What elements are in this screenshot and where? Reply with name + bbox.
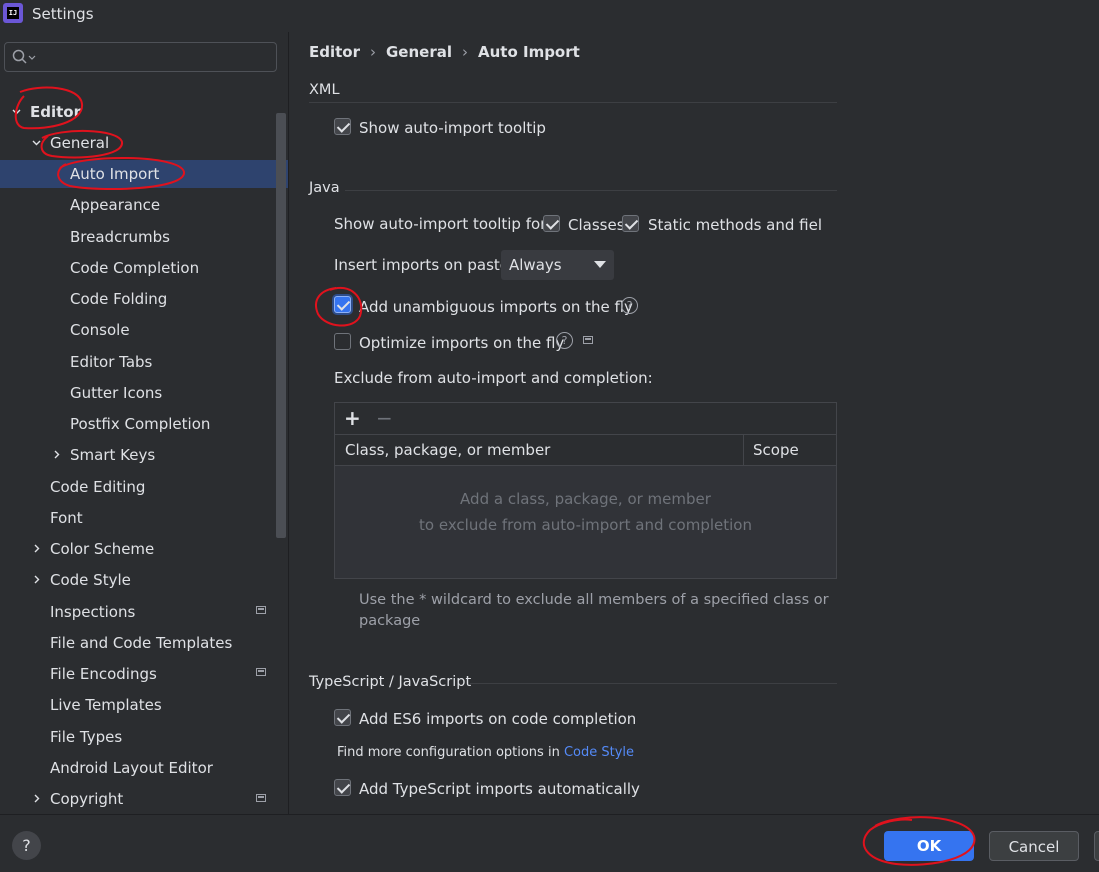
unambiguous-imports-checkbox[interactable] <box>334 296 351 313</box>
dropdown-arrow-icon <box>594 261 606 268</box>
classes-label[interactable]: Classes <box>568 216 625 234</box>
tree-item-inspections[interactable]: Inspections <box>0 598 288 626</box>
tree-item-android-layout-editor[interactable]: Android Layout Editor <box>0 754 288 782</box>
tree-item-code-completion[interactable]: Code Completion <box>0 254 288 282</box>
breadcrumb-separator: › <box>370 43 376 61</box>
exclude-label: Exclude from auto-import and completion: <box>334 369 653 387</box>
tree-item-general[interactable]: General <box>0 129 288 157</box>
breadcrumb: Editor › General › Auto Import <box>309 43 580 61</box>
insert-on-paste-label: Insert imports on paste: <box>334 256 515 274</box>
app-logo-icon: IJ <box>3 3 23 23</box>
unambiguous-imports-label[interactable]: Add unambiguous imports on the fly <box>359 298 633 316</box>
chevron-right-icon[interactable] <box>32 575 41 584</box>
tree-item-live-templates[interactable]: Live Templates <box>0 691 288 719</box>
settings-search-input[interactable] <box>4 42 277 72</box>
project-level-icon <box>256 606 266 614</box>
tree-item-file-encodings[interactable]: File Encodings <box>0 660 288 688</box>
show-auto-import-tooltip-label[interactable]: Show auto-import tooltip <box>359 119 546 137</box>
project-level-icon <box>256 794 266 802</box>
tree-item-console[interactable]: Console <box>0 316 288 344</box>
project-level-icon <box>583 336 593 344</box>
section-title-java: Java <box>309 180 340 196</box>
tree-item-file-types[interactable]: File Types <box>0 723 288 751</box>
show-auto-import-tooltip-checkbox[interactable] <box>334 118 351 135</box>
ok-button[interactable]: OK <box>884 831 974 861</box>
breadcrumb-editor[interactable]: Editor <box>309 43 360 61</box>
column-divider <box>743 435 744 466</box>
section-title-typescript: TypeScript / JavaScript <box>309 674 472 690</box>
table-empty-text[interactable]: Add a class, package, or member <box>335 490 836 508</box>
tooltip-for-label: Show auto-import tooltip for: <box>334 215 552 233</box>
chevron-down-icon[interactable] <box>32 138 41 147</box>
tree-item-auto-import[interactable]: Auto Import <box>0 160 288 188</box>
exclude-table: + − Class, package, or member Scope Add … <box>334 402 837 579</box>
tree-item-font[interactable]: Font <box>0 504 288 532</box>
add-icon[interactable]: + <box>344 406 361 430</box>
code-style-link[interactable]: Code Style <box>564 745 634 760</box>
section-divider <box>470 683 837 684</box>
insert-on-paste-value: Always <box>509 256 562 274</box>
table-toolbar: + − <box>335 403 836 435</box>
breadcrumb-separator: › <box>462 43 468 61</box>
tree-item-code-folding[interactable]: Code Folding <box>0 285 288 313</box>
apply-button[interactable] <box>1094 831 1099 861</box>
tree-item-file-and-code-templates[interactable]: File and Code Templates <box>0 629 288 657</box>
tree-item-code-editing[interactable]: Code Editing <box>0 473 288 501</box>
chevron-down-icon[interactable] <box>12 107 21 116</box>
tree-item-postfix-completion[interactable]: Postfix Completion <box>0 410 288 438</box>
project-level-icon <box>256 668 266 676</box>
tree-item-appearance[interactable]: Appearance <box>0 191 288 219</box>
section-divider <box>309 102 837 103</box>
help-button[interactable]: ? <box>12 831 41 860</box>
section-title-xml: XML <box>309 82 340 98</box>
panel-divider <box>288 32 289 814</box>
more-config-text: Find more configuration options in Code … <box>337 745 634 760</box>
sidebar-scrollbar[interactable] <box>276 113 286 538</box>
optimize-imports-checkbox[interactable] <box>334 333 351 350</box>
es6-imports-checkbox[interactable] <box>334 709 351 726</box>
breadcrumb-auto-import: Auto Import <box>478 43 580 61</box>
chevron-right-icon[interactable] <box>52 450 61 459</box>
column-header-class[interactable]: Class, package, or member <box>345 441 550 459</box>
breadcrumb-general[interactable]: General <box>386 43 452 61</box>
wildcard-hint: Use the * wildcard to exclude all member… <box>359 592 829 629</box>
tree-item-smart-keys[interactable]: Smart Keys <box>0 441 288 469</box>
chevron-right-icon[interactable] <box>32 544 41 553</box>
tree-item-breadcrumbs[interactable]: Breadcrumbs <box>0 223 288 251</box>
tree-item-code-style[interactable]: Code Style <box>0 566 288 594</box>
typescript-auto-imports-checkbox[interactable] <box>334 779 351 796</box>
tree-item-gutter-icons[interactable]: Gutter Icons <box>0 379 288 407</box>
tree-item-color-scheme[interactable]: Color Scheme <box>0 535 288 563</box>
help-icon[interactable]: ? <box>621 297 638 314</box>
search-icon <box>12 49 36 64</box>
tree-item-copyright[interactable]: Copyright <box>0 785 288 813</box>
optimize-imports-label[interactable]: Optimize imports on the fly <box>359 334 564 352</box>
table-header: Class, package, or member Scope <box>335 435 836 466</box>
typescript-auto-imports-label[interactable]: Add TypeScript imports automatically <box>359 780 640 798</box>
chevron-right-icon[interactable] <box>32 794 41 803</box>
remove-icon[interactable]: − <box>376 406 393 430</box>
table-empty-text: to exclude from auto-import and completi… <box>419 516 752 534</box>
help-icon[interactable]: ? <box>556 332 573 349</box>
insert-on-paste-dropdown[interactable]: Always <box>501 250 614 280</box>
title-bar: IJ Settings <box>0 0 1099 32</box>
column-header-scope[interactable]: Scope <box>753 441 799 459</box>
tree-item-partial[interactable]: ···· <box>0 72 288 88</box>
classes-checkbox[interactable] <box>543 215 560 232</box>
more-config-prefix: Find more configuration options in <box>337 745 560 760</box>
static-methods-label[interactable]: Static methods and fields <box>648 216 821 234</box>
static-methods-checkbox[interactable] <box>622 215 639 232</box>
tree-item-editor-tabs[interactable]: Editor Tabs <box>0 348 288 376</box>
cancel-button[interactable]: Cancel <box>989 831 1079 861</box>
tree-item-editor[interactable]: Editor <box>0 98 288 126</box>
section-divider <box>345 190 837 191</box>
window-title: Settings <box>32 5 94 23</box>
es6-imports-label[interactable]: Add ES6 imports on code completion <box>359 710 636 728</box>
